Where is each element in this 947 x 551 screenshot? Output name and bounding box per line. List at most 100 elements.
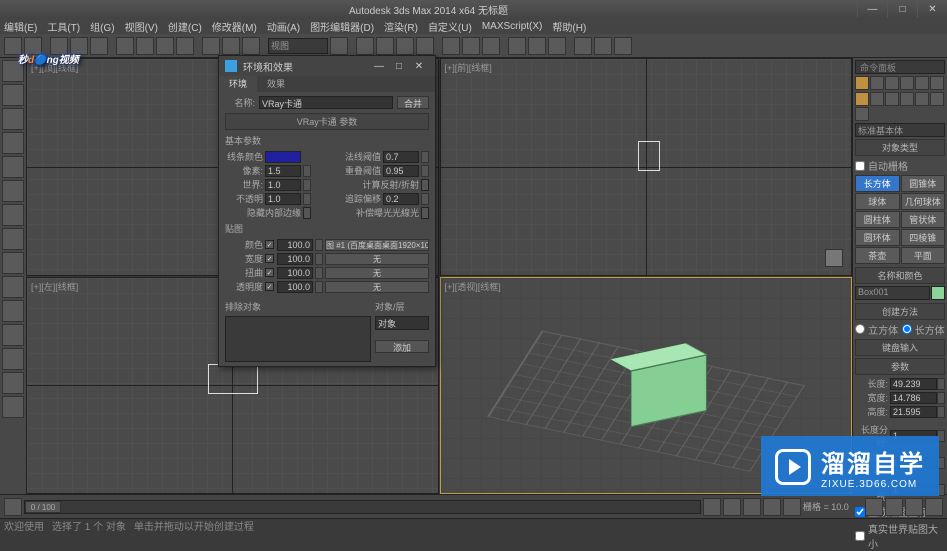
color-swatch[interactable] [931,286,945,300]
menu-group[interactable]: 组(G) [90,19,114,34]
display-tab-icon[interactable] [915,76,929,90]
exclude-type-dropdown[interactable]: 对象 [375,316,429,330]
type-geosphere[interactable]: 几何球体 [901,193,946,210]
tool-angle[interactable] [376,37,394,55]
category-dropdown[interactable]: 标准基本体 [855,123,945,137]
map3-check[interactable]: ✓ [265,268,274,277]
cube-icon[interactable] [825,249,843,267]
normal-thresh[interactable]: 0.7 [383,151,419,163]
section-keyboard[interactable]: 键盘输入 [855,339,945,356]
hierarchy-tab-icon[interactable] [885,76,899,90]
nav-2[interactable] [885,498,903,516]
tool-center[interactable] [330,37,348,55]
pixel-spinner[interactable]: 1.5 [265,165,301,177]
left-btn-5[interactable] [2,156,24,178]
create-tab-icon[interactable] [855,76,869,90]
nav-1[interactable] [865,498,883,516]
left-btn-11[interactable] [2,300,24,322]
map1-button[interactable]: 图 #1 (百度桌面桌面1920×1080_看图王.jpg) [325,239,429,251]
utilities-tab-icon[interactable] [930,76,944,90]
length-spinner[interactable]: 49.239 [890,378,937,390]
world-spinner[interactable]: 1.0 [265,179,301,191]
trace-bias[interactable]: 0.2 [383,193,419,205]
menu-anim[interactable]: 动画(A) [267,19,300,34]
tool-render[interactable] [614,37,632,55]
tool-bind[interactable] [90,37,108,55]
left-btn-6[interactable] [2,180,24,202]
left-btn-9[interactable] [2,252,24,274]
menu-render[interactable]: 渲染(R) [384,19,418,34]
section-name-color[interactable]: 名称和颜色 [855,267,945,284]
tool-render-frame[interactable] [594,37,612,55]
left-btn-4[interactable] [2,132,24,154]
tool-rotate[interactable] [222,37,240,55]
tool-scale[interactable] [242,37,260,55]
tool-schematic[interactable] [528,37,546,55]
type-cone[interactable]: 圆锥体 [901,175,946,192]
opacity-spinner[interactable]: 1.0 [265,193,301,205]
lights-icon[interactable] [885,92,899,106]
height-spinner[interactable]: 21.595 [890,406,937,418]
merge-button[interactable]: 合并 [397,96,429,109]
tool-region[interactable] [156,37,174,55]
method-cube-radio[interactable] [855,324,865,334]
left-btn-15[interactable] [2,396,24,418]
menu-graph[interactable]: 图形编辑器(D) [310,19,374,34]
cameras-icon[interactable] [900,92,914,106]
play-prev[interactable] [723,498,741,516]
play-play[interactable] [743,498,761,516]
left-btn-8[interactable] [2,228,24,250]
overlap-thresh[interactable]: 0.95 [383,165,419,177]
dialog-minimize[interactable]: — [369,61,389,72]
real-uv-checkbox[interactable] [855,531,865,541]
menu-tools[interactable]: 工具(T) [47,19,80,34]
left-btn-13[interactable] [2,348,24,370]
menu-edit[interactable]: 编辑(E) [4,19,37,34]
tool-percent[interactable] [396,37,414,55]
map2-check[interactable]: ✓ [265,254,274,263]
shapes-icon[interactable] [870,92,884,106]
compensate-checkbox[interactable] [421,207,429,219]
play-end[interactable] [783,498,801,516]
tool-material[interactable] [548,37,566,55]
width-spinner[interactable]: 14.786 [890,392,937,404]
type-plane[interactable]: 平面 [901,247,946,264]
spacewarps-icon[interactable] [930,92,944,106]
type-pyramid[interactable]: 四棱锥 [901,229,946,246]
tool-spinner[interactable] [416,37,434,55]
systems-icon[interactable] [855,107,869,121]
map4-check[interactable]: ✓ [265,282,274,291]
close-button[interactable]: ✕ [917,0,947,18]
left-btn-2[interactable] [2,84,24,106]
tab-environment[interactable]: 环境 [219,76,257,92]
effect-name-field[interactable]: VRay卡通 [259,96,393,109]
left-btn-3[interactable] [2,108,24,130]
refl-checkbox[interactable] [421,179,429,191]
play-start[interactable] [703,498,721,516]
dialog-close[interactable]: ✕ [409,61,429,72]
line-color-swatch[interactable] [265,151,301,163]
time-slider[interactable]: 0 / 100 [24,500,701,514]
tool-render-setup[interactable] [574,37,592,55]
object-name-field[interactable]: Box001 [855,286,930,300]
maximize-button[interactable]: □ [887,0,917,18]
left-btn-7[interactable] [2,204,24,226]
tool-select[interactable] [116,37,134,55]
tab-effects[interactable]: 效果 [257,76,295,92]
motion-tab-icon[interactable] [900,76,914,90]
map1-check[interactable]: ✓ [265,240,274,249]
helpers-icon[interactable] [915,92,929,106]
map2-button[interactable]: 无 [325,253,429,265]
modify-tab-icon[interactable] [870,76,884,90]
left-btn-14[interactable] [2,372,24,394]
tool-name[interactable] [136,37,154,55]
tool-filter[interactable] [176,37,194,55]
viewport-front[interactable]: [+][前][线框] [440,58,853,276]
menu-script[interactable]: MAXScript(X) [482,21,543,32]
menu-custom[interactable]: 自定义(U) [428,19,472,34]
type-cylinder[interactable]: 圆柱体 [855,211,900,228]
section-params[interactable]: 参数 [855,358,945,375]
menu-view[interactable]: 视图(V) [125,19,158,34]
menu-modifier[interactable]: 修改器(M) [212,19,257,34]
tool-snap[interactable] [356,37,374,55]
